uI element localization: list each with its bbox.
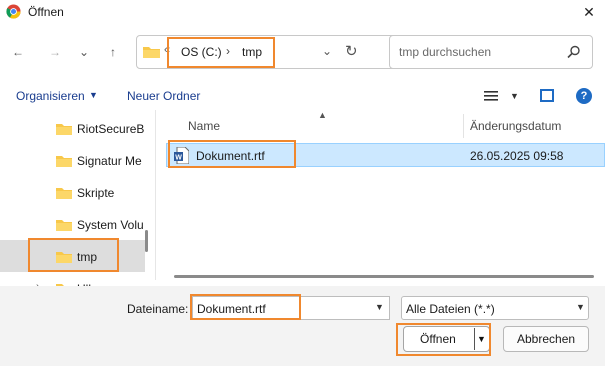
folder-icon (143, 46, 160, 58)
folder-icon (56, 219, 72, 231)
file-type-chevron-down-icon[interactable]: ▼ (576, 302, 585, 312)
sidebar-item-label: RiotSecureB (77, 122, 145, 136)
refresh-icon[interactable]: ↻ (345, 42, 358, 60)
view-options-chevron-icon[interactable]: ▼ (510, 91, 519, 101)
up-button[interactable]: ↑ (101, 40, 125, 64)
filename-chevron-down-icon[interactable]: ▼ (375, 302, 384, 312)
folder-icon (56, 123, 72, 135)
title-bar (0, 0, 605, 24)
preview-pane-icon[interactable] (540, 89, 554, 102)
column-header-name[interactable]: Name (188, 119, 220, 133)
highlight-box-address (167, 37, 275, 68)
sidebar-item-skripte[interactable]: Skripte (0, 176, 145, 208)
folder-icon (56, 155, 72, 167)
search-input[interactable]: tmp durchsuchen (399, 45, 491, 59)
recent-locations-button[interactable]: ⌄ (72, 40, 96, 64)
filename-label: Dateiname: (127, 302, 189, 316)
view-list-icon[interactable] (484, 90, 498, 105)
sidebar-item-system-volume[interactable]: System Volu (0, 208, 145, 240)
navigation-scrollbar[interactable] (145, 230, 148, 252)
highlight-box-file (168, 140, 296, 168)
chrome-icon (6, 4, 21, 19)
organize-button[interactable]: Organisieren (16, 89, 85, 103)
column-divider[interactable] (463, 114, 464, 138)
horizontal-scrollbar[interactable] (174, 275, 594, 278)
sidebar-item-riotsecure[interactable]: RiotSecureB (0, 112, 145, 144)
address-dropdown-icon[interactable]: ⌄ (322, 44, 332, 58)
search-icon[interactable] (567, 45, 581, 59)
sidebar-item-label: Signatur Me (77, 154, 142, 168)
sidebar-item-label: Skripte (77, 186, 115, 200)
close-button[interactable]: ✕ (578, 2, 600, 22)
help-icon[interactable]: ? (576, 88, 592, 104)
file-type-value[interactable]: Alle Dateien (*.*) (406, 302, 495, 316)
back-button[interactable]: ← (6, 40, 30, 64)
cancel-button-label[interactable]: Abbrechen (517, 332, 575, 346)
file-date-cell: 26.05.2025 09:58 (470, 149, 564, 163)
pane-divider[interactable] (155, 110, 156, 280)
chevron-down-icon[interactable]: ▼ (89, 90, 98, 100)
column-header-date[interactable]: Änderungsdatum (470, 119, 561, 133)
highlight-box-filename (190, 294, 301, 320)
highlight-box-tmp (28, 238, 119, 272)
sort-ascending-icon: ▲ (318, 110, 327, 120)
highlight-box-open (396, 323, 491, 356)
sidebar-item-label: System Volu (77, 218, 144, 232)
forward-button[interactable]: → (43, 40, 67, 64)
folder-icon (56, 187, 72, 199)
new-folder-button[interactable]: Neuer Ordner (127, 89, 200, 103)
window-title: Öffnen (28, 5, 64, 19)
sidebar-item-signatur[interactable]: Signatur Me (0, 144, 145, 176)
